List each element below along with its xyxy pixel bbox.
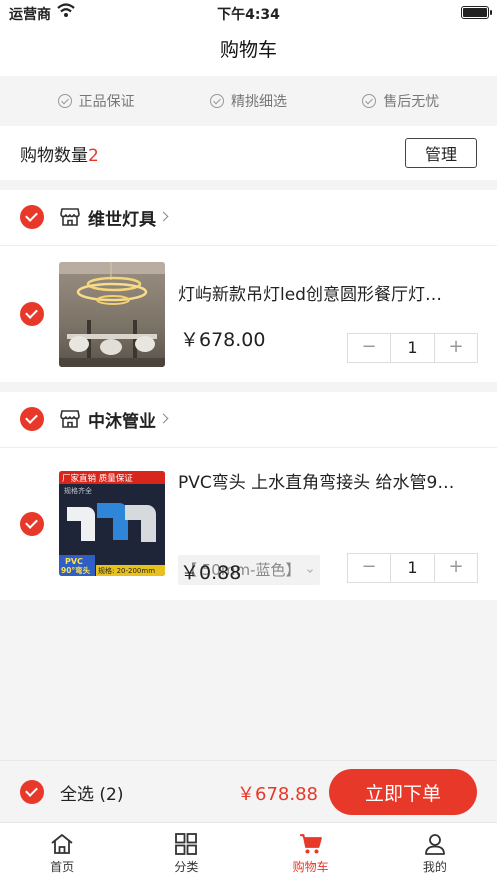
home-icon <box>51 834 73 854</box>
store-header[interactable]: 中沐管业 <box>0 392 497 448</box>
store-header[interactable]: 维世灯具 <box>0 190 497 246</box>
image-badge-text: 90°弯头 <box>61 565 91 575</box>
decrease-button[interactable]: − <box>348 554 390 582</box>
store-section: 中沐管业 厂家直销 质量保证 规格齐全 PVC 90°弯头 规格: 20-200… <box>0 392 497 600</box>
image-badge-text: PVC <box>65 557 83 566</box>
status-bar: 运营商 下午4:34 <box>0 0 497 26</box>
tab-label: 我的 <box>422 860 447 874</box>
increase-button[interactable]: + <box>435 554 477 582</box>
store-section: 维世灯具 灯屿新款吊灯led创意圆形餐厅灯… ￥678.00 − 1 + <box>0 190 497 382</box>
cart-item: 灯屿新款吊灯led创意圆形餐厅灯… ￥678.00 − 1 + <box>0 246 497 382</box>
quantity-stepper: − 1 + <box>347 333 478 363</box>
guarantee-label: 售后无忧 <box>383 94 440 110</box>
status-time: 下午4:34 <box>217 7 280 23</box>
store-icon <box>60 410 80 428</box>
tab-label: 分类 <box>174 860 199 874</box>
tab-category[interactable]: 分类 <box>124 823 248 883</box>
item-checkbox[interactable] <box>20 512 44 536</box>
total-price: ￥678.88 <box>237 784 318 805</box>
tab-cart[interactable]: 购物车 <box>249 823 373 883</box>
decrease-button[interactable]: − <box>348 334 390 362</box>
checkout-bar: 全选 (2) ￥678.88 立即下单 <box>0 760 497 822</box>
grid-icon <box>175 833 198 855</box>
image-banner-text: 厂家直销 质量保证 <box>62 473 133 484</box>
page-title: 购物车 <box>219 39 277 61</box>
quantity-value[interactable]: 1 <box>390 334 435 362</box>
tab-label: 购物车 <box>292 860 329 874</box>
product-image[interactable] <box>59 262 165 367</box>
check-circle-icon <box>209 94 224 108</box>
cart-count: 购物数量2 <box>20 141 99 166</box>
cart-count-value: 2 <box>88 146 99 166</box>
store-checkbox[interactable] <box>20 407 44 431</box>
guarantee-label: 精挑细选 <box>230 94 287 110</box>
guarantee-item: 精挑细选 <box>209 91 287 111</box>
cart-count-label: 购物数量 <box>20 146 88 166</box>
image-spec-text: 规格: 20-200mm <box>98 566 155 575</box>
chevron-right-icon <box>158 413 169 424</box>
store-icon <box>60 208 80 226</box>
cart-count-bar: 购物数量2 管理 <box>0 126 497 180</box>
store-name[interactable]: 中沐管业 <box>88 407 156 432</box>
product-title[interactable]: PVC弯头 上水直角弯接头 给水管9… <box>178 468 463 493</box>
guarantee-item: 售后无忧 <box>362 91 439 111</box>
product-image[interactable]: 厂家直销 质量保证 规格齐全 PVC 90°弯头 规格: 20-200mm <box>59 471 165 576</box>
select-all-checkbox[interactable] <box>20 780 44 804</box>
image-sub-text: 规格齐全 <box>64 486 92 495</box>
item-checkbox[interactable] <box>20 302 44 326</box>
cart-icon <box>299 834 322 854</box>
select-all-label[interactable]: 全选 (2) <box>60 780 123 805</box>
guarantee-item: 正品保证 <box>57 91 135 111</box>
guarantee-strip: 正品保证 精挑细选 售后无忧 <box>0 76 497 126</box>
chevron-down-icon <box>307 567 313 573</box>
store-name[interactable]: 维世灯具 <box>88 205 156 230</box>
battery-icon <box>461 6 492 19</box>
guarantee-label: 正品保证 <box>78 94 135 110</box>
product-title[interactable]: 灯屿新款吊灯led创意圆形餐厅灯… <box>178 280 463 305</box>
tab-home[interactable]: 首页 <box>0 823 124 883</box>
check-circle-icon <box>362 94 377 108</box>
product-price: ￥678.00 <box>180 329 266 351</box>
cart-item: 厂家直销 质量保证 规格齐全 PVC 90°弯头 规格: 20-200mm PV… <box>0 448 497 600</box>
increase-button[interactable]: + <box>435 334 477 362</box>
tab-label: 首页 <box>50 860 75 874</box>
manage-button[interactable]: 管理 <box>405 138 477 168</box>
quantity-value[interactable]: 1 <box>390 554 435 582</box>
check-circle-icon <box>57 94 72 108</box>
quantity-stepper: − 1 + <box>347 553 478 583</box>
chevron-right-icon <box>158 211 169 222</box>
product-price: ￥0.88 <box>180 562 242 584</box>
nav-bar: 购物车 <box>0 26 497 76</box>
tab-profile[interactable]: 我的 <box>373 823 497 883</box>
user-icon <box>424 834 445 855</box>
store-checkbox[interactable] <box>20 205 44 229</box>
place-order-button[interactable]: 立即下单 <box>329 769 477 815</box>
tab-bar: 首页 分类 购物车 我的 <box>0 822 497 883</box>
